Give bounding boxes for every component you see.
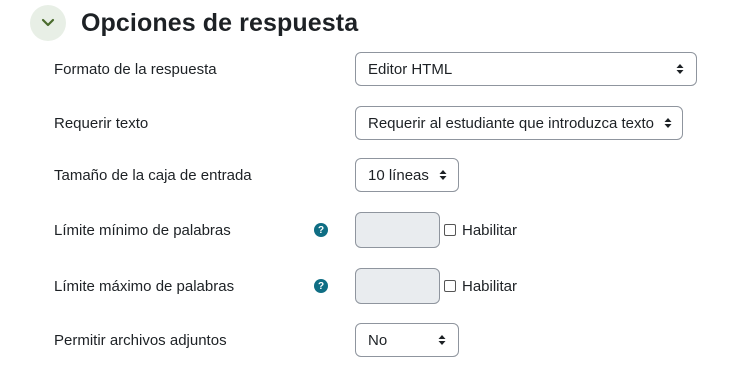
allow-attachments-value: No: [368, 331, 388, 349]
select-arrows-icon: [664, 117, 672, 129]
require-text-row: Requerir texto Requerir al estudiante qu…: [0, 105, 748, 141]
max-words-enable-label[interactable]: Habilitar: [462, 278, 517, 295]
min-words-row: Límite mínimo de palabras ? Habilitar: [0, 212, 748, 248]
select-arrows-icon: [438, 334, 446, 346]
input-box-size-value: 10 líneas: [368, 166, 429, 184]
max-words-input[interactable]: [355, 268, 440, 304]
question-circle-icon[interactable]: ?: [314, 223, 328, 237]
min-words-enable-checkbox[interactable]: [444, 224, 456, 236]
min-words-label: Límite mínimo de palabras: [54, 221, 231, 239]
require-text-value: Requerir al estudiante que introduzca te…: [368, 114, 655, 132]
input-box-size-label: Tamaño de la caja de entrada: [54, 166, 252, 184]
question-circle-icon[interactable]: ?: [314, 279, 328, 293]
select-arrows-icon: [439, 169, 447, 181]
require-text-label: Requerir texto: [54, 114, 149, 132]
max-words-enable: Habilitar: [444, 278, 517, 295]
response-format-label: Formato de la respuesta: [54, 60, 217, 78]
allow-attachments-select[interactable]: No: [355, 323, 459, 357]
section-title: Opciones de respuesta: [81, 8, 359, 37]
collapse-toggle-button[interactable]: [30, 5, 66, 41]
max-words-row: Límite máximo de palabras ? Habilitar: [0, 268, 748, 304]
min-words-enable: Habilitar: [444, 222, 517, 239]
allow-attachments-row: Permitir archivos adjuntos No: [0, 322, 748, 358]
response-format-value: Editor HTML: [368, 60, 453, 78]
select-arrows-icon: [676, 63, 684, 75]
min-words-enable-label[interactable]: Habilitar: [462, 222, 517, 239]
max-words-label: Límite máximo de palabras: [54, 277, 235, 295]
section-header: Opciones de respuesta: [30, 4, 358, 42]
input-box-size-row: Tamaño de la caja de entrada 10 líneas: [0, 157, 748, 193]
response-format-row: Formato de la respuesta Editor HTML: [0, 51, 748, 87]
min-words-input[interactable]: [355, 212, 440, 248]
input-box-size-select[interactable]: 10 líneas: [355, 158, 459, 192]
allow-attachments-label: Permitir archivos adjuntos: [54, 331, 227, 349]
chevron-down-icon: [41, 18, 55, 27]
require-text-select[interactable]: Requerir al estudiante que introduzca te…: [355, 106, 683, 140]
max-words-enable-checkbox[interactable]: [444, 280, 456, 292]
response-format-select[interactable]: Editor HTML: [355, 52, 697, 86]
